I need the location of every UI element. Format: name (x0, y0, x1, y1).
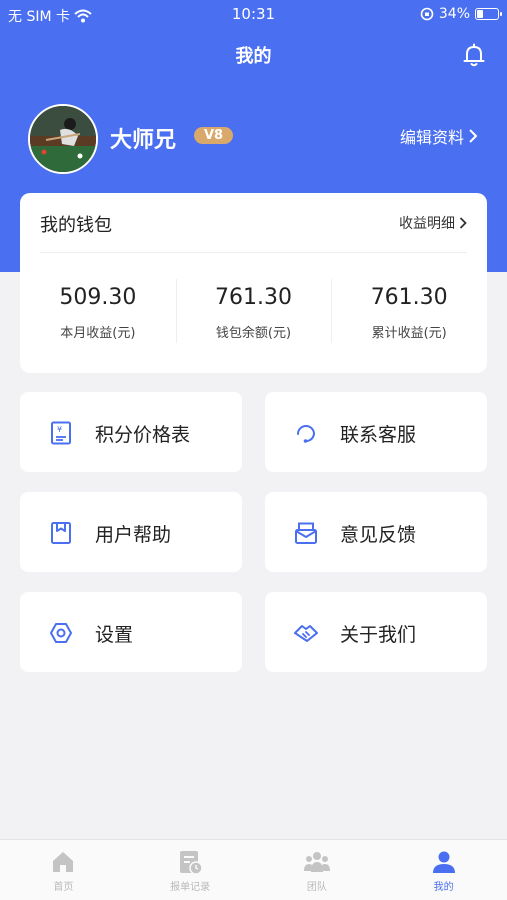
chevron-right-icon (469, 129, 478, 143)
wallet-stats: 509.30 本月收益(元) 761.30 钱包余额(元) 761.30 累计收… (20, 253, 487, 373)
income-details-label: 收益明细 (399, 216, 455, 232)
tab-label: 团队 (306, 882, 327, 893)
price-list-icon: ¥ (51, 421, 71, 445)
menu-user-help[interactable]: 用户帮助 (20, 492, 242, 572)
edit-profile-label: 编辑资料 (399, 128, 464, 147)
stat-total-income[interactable]: 761.30 累计收益(元) (331, 253, 487, 373)
avatar[interactable] (28, 104, 98, 174)
bell-icon[interactable] (461, 42, 487, 68)
envelope-icon (295, 522, 317, 544)
menu-label: 用户帮助 (95, 524, 172, 546)
order-record-icon (180, 851, 203, 875)
tab-order-records[interactable]: 报单记录 (127, 840, 254, 900)
menu-label: 设置 (95, 624, 134, 646)
stat-value: 761.30 (215, 285, 292, 310)
tab-label: 首页 (53, 882, 74, 893)
menu-about-us[interactable]: 关于我们 (265, 592, 487, 672)
stat-label: 钱包余额(元) (215, 326, 292, 341)
home-icon (53, 852, 74, 872)
tab-label: 报单记录 (170, 882, 211, 893)
stat-label: 本月收益(元) (60, 326, 136, 341)
stat-value: 761.30 (370, 285, 448, 310)
bookmark-icon (51, 522, 71, 544)
tab-home[interactable]: 首页 (0, 840, 127, 900)
handshake-icon (294, 625, 318, 642)
stat-monthly-income[interactable]: 509.30 本月收益(元) (20, 253, 176, 373)
menu-feedback[interactable]: 意见反馈 (265, 492, 487, 572)
stat-wallet-balance[interactable]: 761.30 钱包余额(元) (175, 253, 332, 373)
stat-value: 509.30 (59, 285, 137, 310)
menu-price-list[interactable]: ¥ 积分价格表 (20, 392, 242, 472)
menu-label: 联系客服 (340, 424, 417, 446)
vip-badge: V8 (194, 127, 234, 144)
svg-text:¥: ¥ (57, 425, 62, 434)
username: 大师兄 (110, 128, 177, 153)
battery-level (477, 10, 483, 18)
tab-bar: 首页 报单记录 团队 我的 (0, 839, 507, 900)
stat-label: 累计收益(元) (371, 326, 447, 341)
settings-icon (50, 623, 72, 643)
tab-mine[interactable]: 我的 (380, 840, 507, 900)
income-details-link[interactable]: 收益明细 (399, 213, 467, 233)
avatar-image (30, 106, 96, 172)
menu-label: 意见反馈 (340, 524, 417, 546)
chevron-right-icon (459, 217, 467, 229)
wallet-card: 我的钱包 收益明细 509.30 本月收益(元) 761.30 钱包余额(元) … (20, 193, 487, 373)
battery-icon (475, 8, 502, 20)
page-title: 我的 (235, 46, 272, 67)
customer-service-icon (297, 425, 315, 443)
orientation-lock-icon (420, 7, 434, 21)
user-icon (432, 851, 455, 873)
tab-label: 我的 (433, 882, 454, 893)
tab-team[interactable]: 团队 (254, 840, 381, 900)
wallet-title: 我的钱包 (40, 215, 112, 236)
status-bar: 无 SIM 卡 10:31 34% (0, 0, 507, 30)
team-icon (303, 852, 330, 872)
menu-label: 积分价格表 (95, 424, 191, 446)
edit-profile-link[interactable]: 编辑资料 (400, 124, 478, 148)
battery-percent: 34% (438, 6, 470, 22)
profile-section: 大师兄 V8 编辑资料 (28, 104, 478, 174)
menu-settings[interactable]: 设置 (20, 592, 242, 672)
menu-customer-service[interactable]: 联系客服 (265, 392, 487, 472)
status-right: 34% (420, 6, 502, 22)
menu-label: 关于我们 (340, 624, 417, 646)
